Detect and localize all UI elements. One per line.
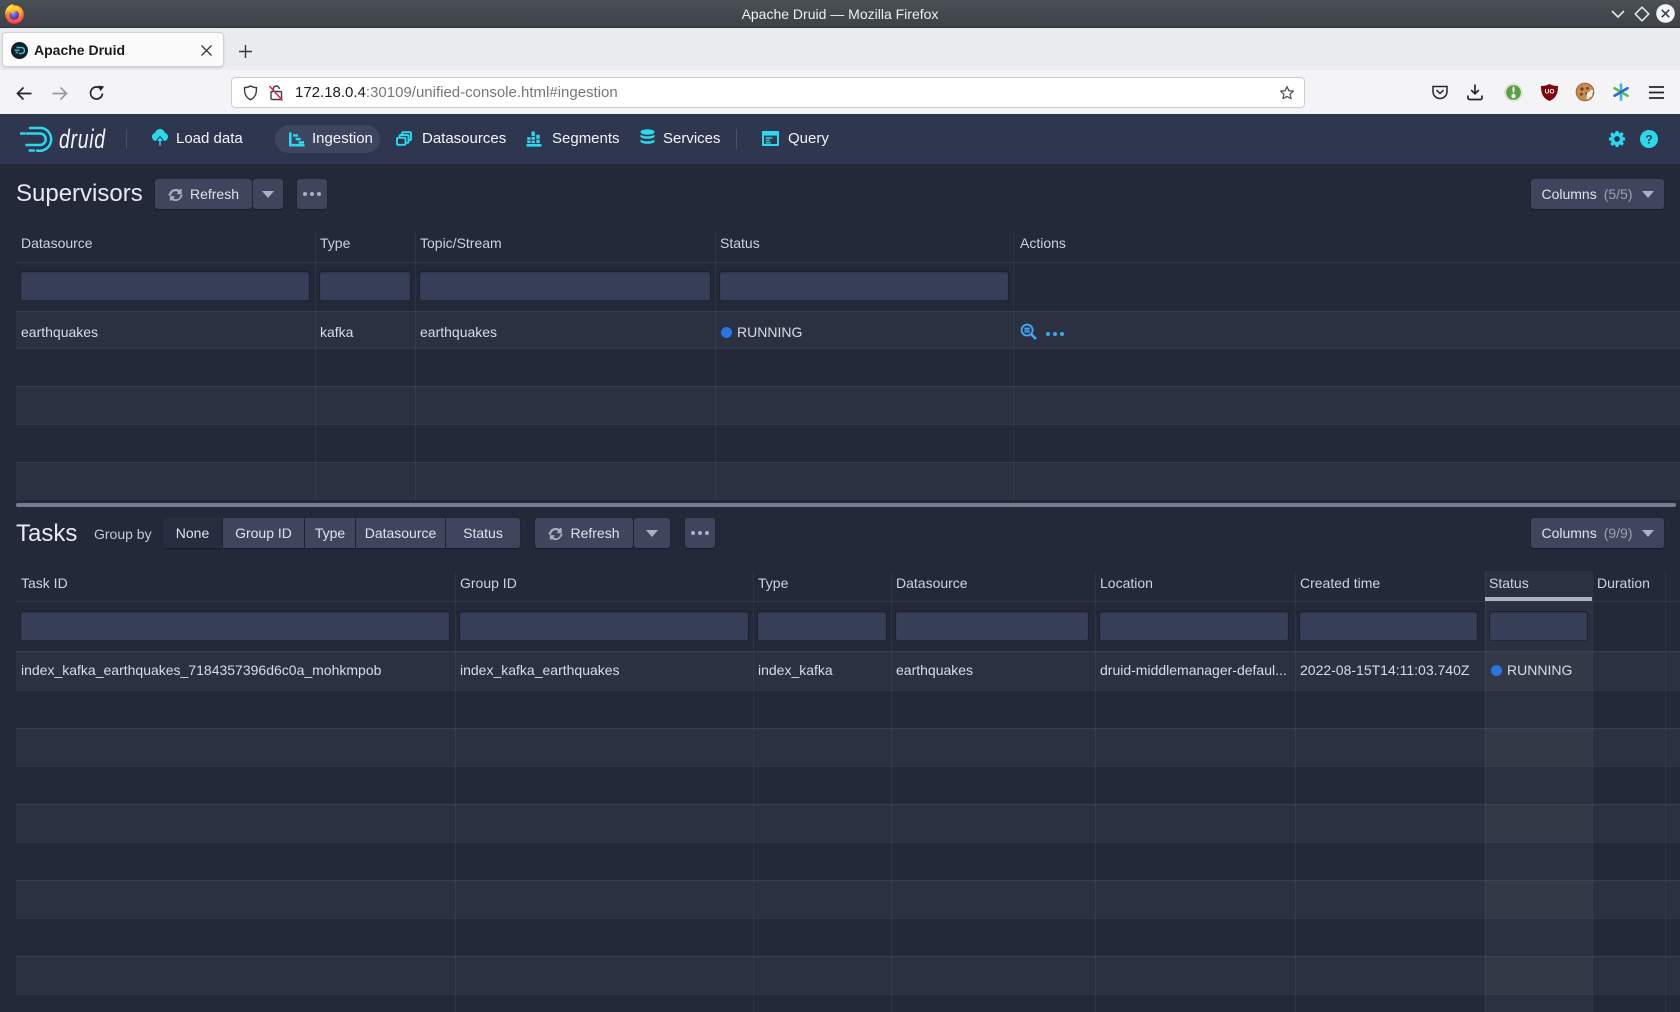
svg-text:?: ? <box>1645 132 1652 146</box>
svg-text:UO: UO <box>1545 89 1555 96</box>
